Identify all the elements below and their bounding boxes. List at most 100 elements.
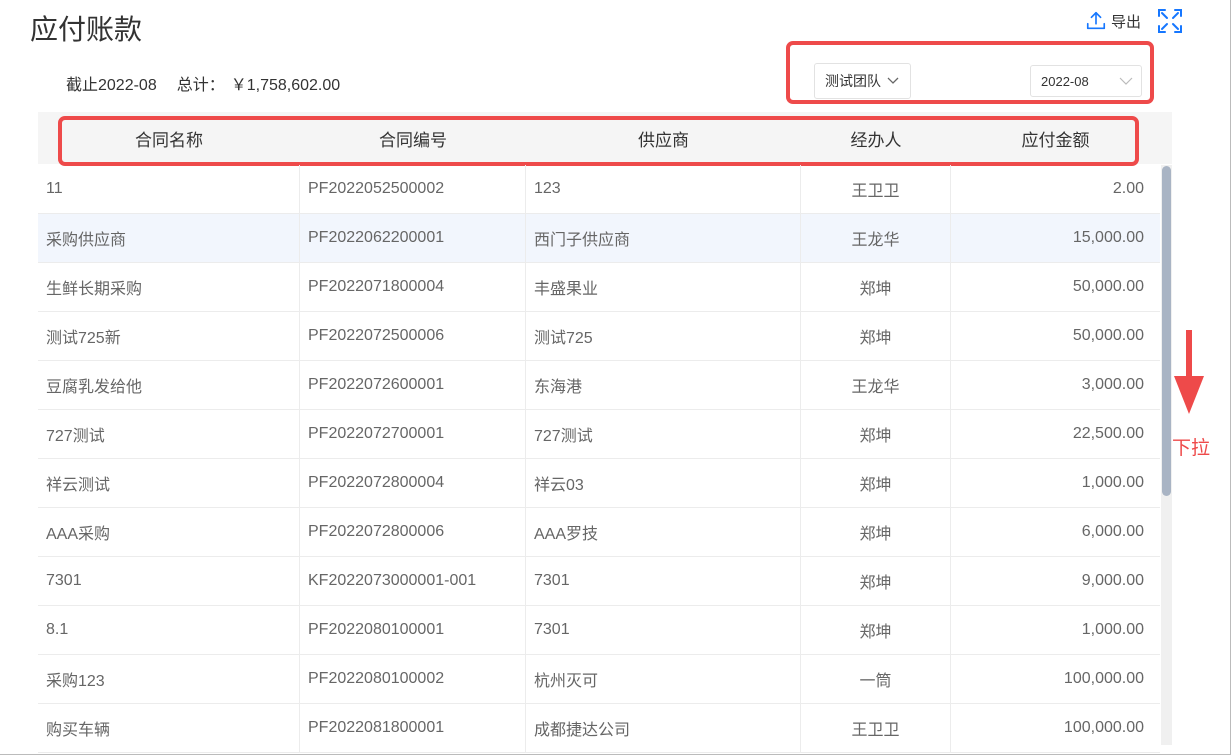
- table-row[interactable]: 采购供应商 PF2022062200001 西门子供应商 王龙华 15,000.00: [38, 214, 1160, 263]
- cell-contract-name: 豆腐乳发给他: [38, 361, 300, 409]
- cell-amount-payable: 100,000.00: [1063, 719, 1144, 736]
- payables-table: 合同名称 合同编号 供应商 经办人 应付金额: [38, 112, 1172, 164]
- total-summary: 总计： ￥1,758,602.00: [177, 71, 340, 95]
- table-row[interactable]: 测试725新 PF2022072500006 测试725 郑坤 50,000.00: [38, 312, 1160, 361]
- column-header-supplier[interactable]: 供应商: [526, 126, 801, 151]
- cell-supplier: 丰盛果业: [526, 263, 801, 311]
- table-row[interactable]: 祥云测试 PF2022072800004 祥云03 郑坤 1,000.00: [38, 459, 1160, 508]
- cell-contract-number: PF2022080100002: [300, 655, 526, 703]
- team-select-value: 测试团队: [825, 73, 881, 89]
- cell-handler: 郑坤: [801, 557, 951, 605]
- cell-amount-payable: 15,000.00: [1072, 229, 1144, 246]
- cell-contract-number: PF2022071800004: [300, 263, 526, 311]
- cell-supplier: 祥云03: [526, 459, 801, 507]
- fullscreen-button[interactable]: [1157, 8, 1183, 34]
- cell-contract-name: 采购123: [38, 655, 300, 703]
- cell-handler: 郑坤: [801, 410, 951, 458]
- cell-supplier: 7301: [526, 557, 801, 605]
- cell-supplier: 7301: [526, 606, 801, 654]
- cell-handler: 郑坤: [801, 508, 951, 556]
- table-row[interactable]: 727测试 PF2022072700001 727测试 郑坤 22,500.00: [38, 410, 1160, 459]
- cell-contract-number: PF2022072500006: [300, 312, 526, 360]
- cell-amount-payable: 100,000.00: [1063, 670, 1144, 687]
- table-row[interactable]: 生鲜长期采购 PF2022071800004 丰盛果业 郑坤 50,000.00: [38, 263, 1160, 312]
- cell-contract-number: PF2022081800001: [300, 704, 526, 752]
- chevron-down-icon: [887, 77, 899, 84]
- fullscreen-icon: [1158, 9, 1182, 33]
- cell-amount-payable: 1,000.00: [1081, 621, 1144, 638]
- cell-handler: 王龙华: [801, 214, 951, 262]
- cell-contract-name: 11: [38, 165, 300, 213]
- cell-amount-payable: 50,000.00: [1072, 327, 1144, 344]
- table-header: 合同名称 合同编号 供应商 经办人 应付金额: [38, 112, 1172, 164]
- arrow-down-icon: [1174, 330, 1204, 414]
- table-body: 11 PF2022052500002 123 王卫卫 2.00 采购供应商 PF202206…: [38, 165, 1160, 753]
- cell-handler: 王卫卫: [801, 704, 951, 752]
- cell-supplier: 测试725: [526, 312, 801, 360]
- summary-bar: 截止2022-08 总计： ￥1,758,602.00: [66, 71, 340, 95]
- cell-contract-number: PF2022062200001: [300, 214, 526, 262]
- export-label: 导出: [1110, 13, 1141, 31]
- table-row[interactable]: 8.1 PF2022080100001 7301 郑坤 1,000.00: [38, 606, 1160, 655]
- chevron-down-icon: [1119, 77, 1133, 85]
- table-row[interactable]: 11 PF2022052500002 123 王卫卫 2.00: [38, 165, 1160, 214]
- cell-contract-name: 727测试: [38, 410, 300, 458]
- cell-contract-name: 祥云测试: [38, 459, 300, 507]
- toolbar: 导出: [1085, 8, 1183, 34]
- cell-contract-number: PF2022072700001: [300, 410, 526, 458]
- month-picker-value: 2022-08: [1041, 73, 1089, 89]
- table-row[interactable]: AAA采购 PF2022072800006 AAA罗技 郑坤 6,000.00: [38, 508, 1160, 557]
- cell-amount-payable: 2.00: [1112, 180, 1144, 197]
- cell-contract-name: AAA采购: [38, 508, 300, 556]
- upload-icon: [1086, 11, 1106, 30]
- page-title: 应付账款: [30, 14, 143, 45]
- cell-handler: 王卫卫: [801, 165, 951, 213]
- scrollbar-thumb[interactable]: [1162, 166, 1171, 496]
- cell-amount-payable: 6,000.00: [1081, 523, 1144, 540]
- team-select[interactable]: 测试团队: [814, 63, 911, 99]
- cell-amount-payable: 22,500.00: [1072, 425, 1144, 442]
- month-picker[interactable]: 2022-08: [1030, 65, 1142, 97]
- column-header-amount-payable[interactable]: 应付金额: [951, 126, 1160, 151]
- cell-contract-number: PF2022052500002: [300, 165, 526, 213]
- scroll-down-annotation: 下拉: [1172, 438, 1211, 459]
- cell-handler: 郑坤: [801, 312, 951, 360]
- cell-handler: 郑坤: [801, 606, 951, 654]
- cell-supplier: 东海港: [526, 361, 801, 409]
- cutoff-date: 截止2022-08: [66, 77, 157, 94]
- cell-supplier: 西门子供应商: [526, 214, 801, 262]
- cell-contract-name: 8.1: [38, 606, 300, 654]
- cell-supplier: 727测试: [526, 410, 801, 458]
- cell-handler: 郑坤: [801, 263, 951, 311]
- cell-supplier: 杭州灭可: [526, 655, 801, 703]
- total-value: ￥1,758,602.00: [230, 77, 341, 94]
- cell-contract-name: 采购供应商: [38, 214, 300, 262]
- column-header-handler[interactable]: 经办人: [801, 126, 951, 151]
- table-row[interactable]: 7301 KF2022073000001-001 7301 郑坤 9,000.00: [38, 557, 1160, 606]
- cell-handler: 一筒: [801, 655, 951, 703]
- cell-supplier: 成都捷达公司: [526, 704, 801, 752]
- cell-contract-number: PF2022072800006: [300, 508, 526, 556]
- cell-contract-name: 生鲜长期采购: [38, 263, 300, 311]
- cell-amount-payable: 9,000.00: [1081, 572, 1144, 589]
- cell-contract-name: 购买车辆: [38, 704, 300, 752]
- cell-contract-number: KF2022073000001-001: [300, 557, 526, 605]
- column-header-contract-name[interactable]: 合同名称: [38, 126, 300, 151]
- cell-handler: 郑坤: [801, 459, 951, 507]
- cell-amount-payable: 3,000.00: [1081, 376, 1144, 393]
- cell-amount-payable: 1,000.00: [1081, 474, 1144, 491]
- table-row[interactable]: 采购123 PF2022080100002 杭州灭可 一筒 100,000.00: [38, 655, 1160, 704]
- table-row[interactable]: 豆腐乳发给他 PF2022072600001 东海港 王龙华 3,000.00: [38, 361, 1160, 410]
- cell-handler: 王龙华: [801, 361, 951, 409]
- cell-contract-name: 7301: [38, 557, 300, 605]
- column-header-contract-number[interactable]: 合同编号: [300, 126, 526, 151]
- cell-supplier: AAA罗技: [526, 508, 801, 556]
- export-button[interactable]: 导出: [1085, 10, 1141, 32]
- table-row[interactable]: 购买车辆 PF2022081800001 成都捷达公司 王卫卫 100,000.00: [38, 704, 1160, 753]
- cell-supplier: 123: [526, 165, 801, 213]
- cell-amount-payable: 50,000.00: [1072, 278, 1144, 295]
- cell-contract-number: PF2022072600001: [300, 361, 526, 409]
- cell-contract-name: 测试725新: [38, 312, 300, 360]
- cell-contract-number: PF2022072800004: [300, 459, 526, 507]
- cell-contract-number: PF2022080100001: [300, 606, 526, 654]
